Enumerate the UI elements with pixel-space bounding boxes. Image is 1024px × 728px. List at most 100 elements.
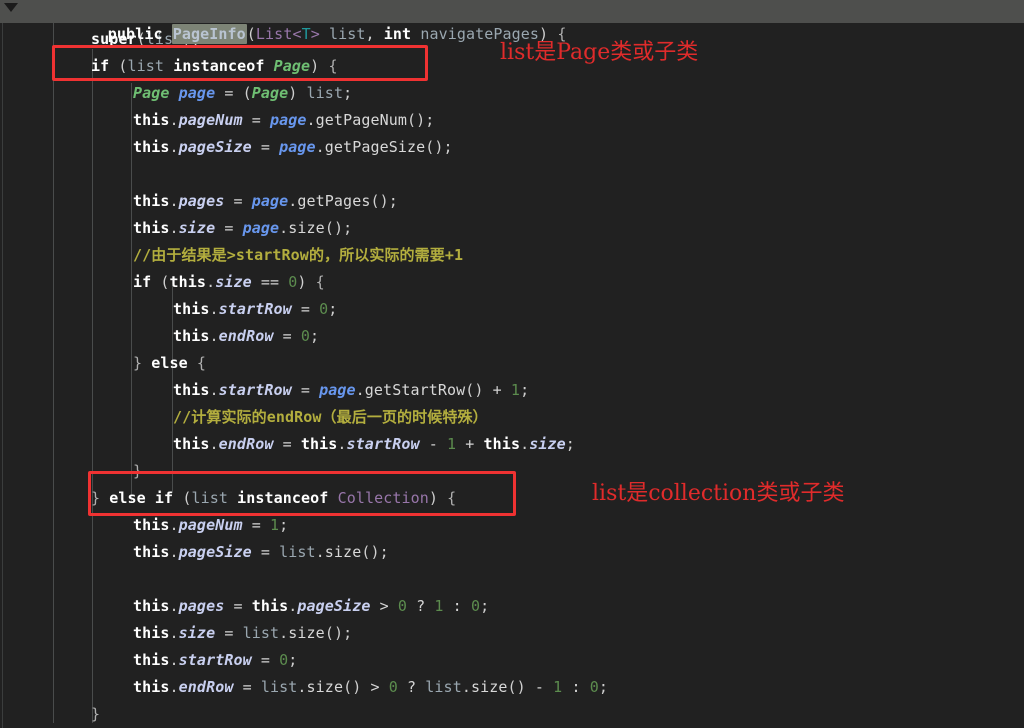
line-startrow-0[interactable]: this.startRow = 0; <box>173 296 337 323</box>
token: list <box>191 489 228 507</box>
line-elseif-coll[interactable]: } else if (list instanceof Collection) { <box>91 485 456 512</box>
token: this <box>173 435 210 453</box>
token: { <box>187 354 207 372</box>
line-endrow-calc[interactable]: this.endRow = this.startRow - 1 + this.s… <box>173 431 575 458</box>
token: . <box>209 435 219 453</box>
token: endRow <box>218 327 274 345</box>
line-endrow-0[interactable]: this.endRow = 0; <box>173 323 319 350</box>
token: . <box>520 435 530 453</box>
paren-close: ) <box>539 25 549 43</box>
token: (); <box>324 219 353 237</box>
token: . <box>279 624 289 642</box>
line-else[interactable]: } else { <box>133 350 206 377</box>
token: instanceof <box>227 489 338 507</box>
token: pages <box>178 192 225 210</box>
token: = <box>215 84 243 102</box>
token: 1 <box>434 597 444 615</box>
signature-comma: , <box>365 25 384 43</box>
token: = <box>224 192 252 210</box>
token: this <box>173 300 210 318</box>
token: size <box>178 624 216 642</box>
line-pagesize-list[interactable]: this.pageSize = list.size(); <box>133 539 389 566</box>
generic-close: > <box>310 25 320 43</box>
token: this <box>133 678 170 696</box>
token: = <box>291 381 320 399</box>
token: this <box>133 651 170 669</box>
token: = <box>273 327 301 345</box>
token: . <box>169 111 179 129</box>
token: . <box>169 138 179 156</box>
line-comment-2[interactable]: //计算实际的endRow（最后一页的时候特殊） <box>173 404 488 431</box>
token: pageSize <box>178 543 252 561</box>
token: this <box>133 516 170 534</box>
token: this <box>173 381 210 399</box>
token: = <box>242 111 270 129</box>
token: . <box>279 219 289 237</box>
annot-collection: list是collection类或子类 <box>592 481 845 506</box>
line-close-outer[interactable]: } <box>91 701 100 728</box>
line-endrow-tern[interactable]: this.endRow = list.size() > 0 ? list.siz… <box>133 674 608 701</box>
token: ; <box>310 327 320 345</box>
line-page-cast[interactable]: Page page = (Page) list; <box>133 80 352 107</box>
keyword-public: public <box>107 25 163 43</box>
token: size <box>178 219 216 237</box>
token: + <box>456 435 484 453</box>
token: . <box>209 300 219 318</box>
line-comment-1[interactable]: //由于结果是>startRow的，所以实际的需要+1 <box>133 242 463 269</box>
token: this <box>133 192 170 210</box>
token: 1 <box>270 516 280 534</box>
token: . <box>297 678 307 696</box>
line-if-size[interactable]: if (this.size == 0) { <box>133 269 325 296</box>
line-pagenum-1[interactable]: this.pageNum = 1; <box>133 512 288 539</box>
token: ) <box>428 489 448 507</box>
line-startrow-zero[interactable]: this.startRow = 0; <box>133 647 297 674</box>
token: size <box>306 678 344 696</box>
token: { <box>315 273 325 291</box>
line-close-inner[interactable]: } <box>133 458 142 485</box>
token: list <box>425 678 462 696</box>
token: list <box>242 624 280 642</box>
line-pages[interactable]: this.pages = page.getPages(); <box>133 188 398 215</box>
token: instanceof <box>164 57 274 75</box>
token: ? <box>407 597 435 615</box>
token: pageSize <box>297 597 371 615</box>
param-navigatepages: navigatePages <box>411 25 540 43</box>
token: 0 <box>300 327 311 345</box>
code-editor: super(list);if (list instanceof Page) {P… <box>0 0 1024 728</box>
token: endRow <box>218 435 274 453</box>
token: Page <box>251 84 289 102</box>
token: } <box>91 489 110 507</box>
token: endRow <box>178 678 234 696</box>
line-if-page[interactable]: if (list instanceof Page) { <box>91 53 338 80</box>
line-size-list[interactable]: this.size = list.size(); <box>133 620 352 647</box>
method-name-pageinfo[interactable]: PageInfo <box>171 24 247 44</box>
token: (); <box>361 543 389 561</box>
token: 1 <box>447 435 457 453</box>
token: . <box>169 651 179 669</box>
line-pagenum[interactable]: this.pageNum = page.getPageNum(); <box>133 107 434 134</box>
token: . <box>209 327 219 345</box>
token: : <box>562 678 590 696</box>
token: 0 <box>388 678 398 696</box>
token: . <box>169 678 179 696</box>
token: ; <box>328 300 338 318</box>
token: page <box>270 111 307 129</box>
code-body[interactable]: super(list);if (list instanceof Page) {P… <box>0 23 1024 728</box>
token: - <box>525 678 554 696</box>
keyword-int: int <box>383 25 412 43</box>
token: . <box>206 273 216 291</box>
token: = <box>215 219 243 237</box>
type-list: List <box>255 25 293 43</box>
token: this <box>133 597 170 615</box>
code-fold-arrow-icon[interactable] <box>4 3 18 12</box>
token: } <box>133 462 143 480</box>
token: . <box>306 111 316 129</box>
token: . <box>169 624 179 642</box>
line-startrow-calc[interactable]: this.startRow = page.getStartRow() + 1; <box>173 377 529 404</box>
token: this <box>133 219 170 237</box>
line-pagesize[interactable]: this.pageSize = page.getPageSize(); <box>133 134 453 161</box>
token: this <box>483 435 521 453</box>
line-pages-tern[interactable]: this.pages = this.pageSize > 0 ? 1 : 0; <box>133 593 489 620</box>
line-size[interactable]: this.size = page.size(); <box>133 215 352 242</box>
